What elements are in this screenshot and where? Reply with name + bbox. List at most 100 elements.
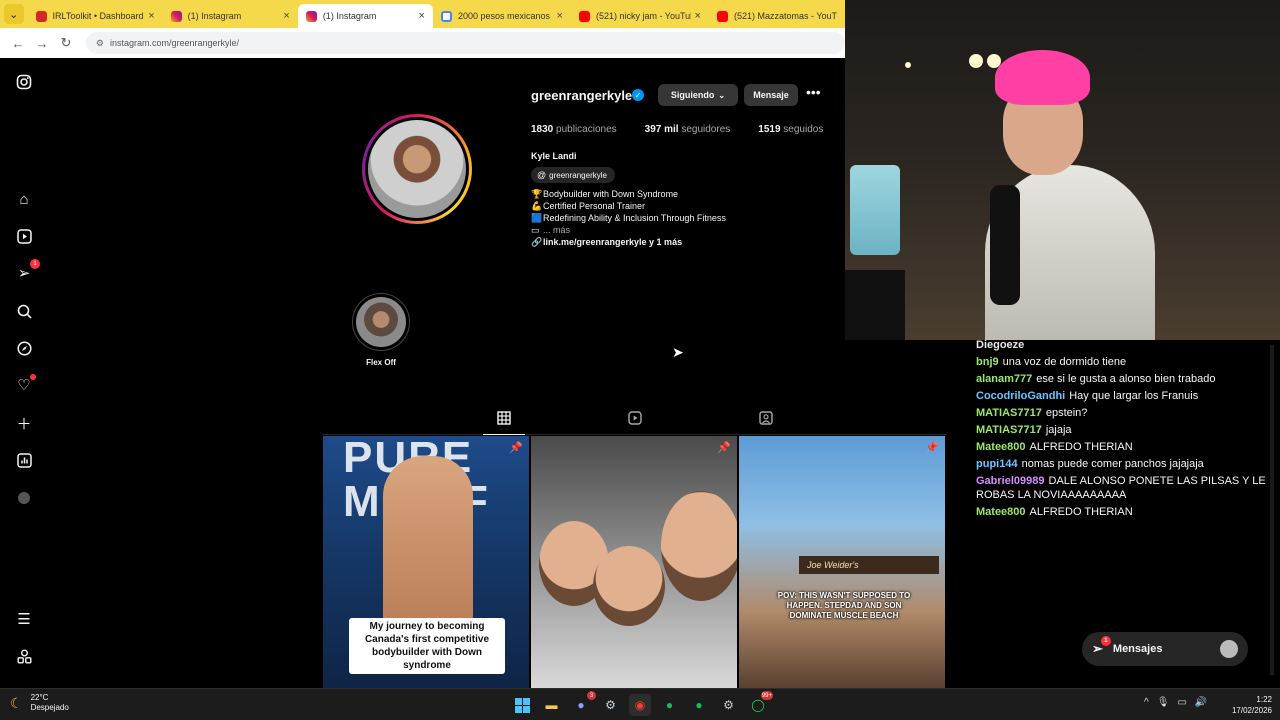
followers-stat[interactable]: 397 mil seguidores [645,124,731,135]
url-field[interactable]: ⚙ instagram.com/greenrangerkyle/ [85,32,845,54]
create-plus-icon[interactable]: ＋ [14,413,34,433]
weather-widget[interactable]: ☾ 22°C Despejado [10,693,69,713]
notifications-heart-icon[interactable]: ♡ [14,374,36,395]
post-caption: POV: THIS WASN'T SUPPOSED TO HAPPEN. STE… [777,591,911,620]
site-info-icon[interactable]: ⚙ [96,38,104,49]
tab-label: IRLToolkit • Dashboard [52,11,144,21]
discord-badge: 3 [587,691,596,700]
dashboard-icon[interactable] [14,450,34,470]
profile-picture[interactable] [362,114,472,224]
tab-label: (1) Instagram [322,11,377,21]
post-photo-subject [383,456,473,636]
back-arrow-icon[interactable]: ← [8,36,28,51]
close-tab-icon[interactable]: × [283,10,289,22]
home-icon[interactable]: ⌂ [14,189,34,209]
whatsapp-icon[interactable]: ◯ 99+ [747,691,773,716]
following-button[interactable]: Siguiendo ⌄ [658,84,738,106]
stream-chat: Diegoeze bnj9 una voz de dormido tiene al… [976,338,1272,522]
close-tab-icon[interactable]: × [419,10,425,22]
volume-icon[interactable]: 🔊 [1195,697,1207,708]
story-highlight[interactable] [352,293,410,351]
tab-youtube-2[interactable]: (521) Mazzatomas - YouT [709,4,845,28]
profile-username: greenrangerkyle [531,88,633,103]
post-tile[interactable]: PURE MUS F My journey to becoming Canada… [323,436,529,688]
following-stat[interactable]: 1519 seguidos [758,124,823,135]
instagram-favicon-icon [170,10,182,22]
post-tile[interactable]: 📌 [531,436,737,688]
settings-gear-icon[interactable]: ⚙ [718,694,740,716]
system-tray: ^ 🎙 ▭ 🔊 [1144,697,1215,708]
posts-grid-tab-icon[interactable] [489,411,519,428]
avatar [1220,640,1238,658]
profile-avatar[interactable] [14,488,34,508]
chat-message: Diegoeze [976,338,1272,352]
webcam-cup [850,165,900,255]
reload-icon[interactable]: ↻ [56,35,76,51]
clock-time: 1:22 [1256,695,1272,704]
file-explorer-icon[interactable]: ▬ [541,694,563,716]
chat-username: MATIAS7717 [976,424,1042,436]
chat-message: Matee800 ALFREDO THERIAN [976,440,1272,454]
url-text: instagram.com/greenrangerkyle/ [109,38,240,48]
threads-badge[interactable]: @ greenrangerkyle [531,167,615,183]
pin-icon: 📌 [717,442,731,454]
tab-google[interactable]: 2000 pesos mexicanos a c × [433,4,571,28]
tab-search-icon[interactable]: ⌄ [4,4,24,24]
profile-bio: 🏆Bodybuilder with Down Syndrome 💪Certifi… [531,188,726,248]
webcam-keyboard [845,270,905,340]
more-options-icon[interactable]: ••• [806,84,821,100]
forward-arrow-icon[interactable]: → [32,36,52,51]
explore-compass-icon[interactable] [14,338,34,358]
moon-weather-icon: ☾ [10,694,23,711]
chat-message: Matee800 ALFREDO THERIAN [976,505,1272,519]
close-tab-icon[interactable]: × [695,10,701,22]
microphone-icon[interactable]: 🎙 [1157,697,1170,708]
system-clock[interactable]: 1:22 17/02/2026 [1222,694,1272,716]
also-from-meta-icon[interactable] [14,646,34,666]
instagram-logo-icon[interactable] [14,72,34,92]
more-menu-icon[interactable]: ☰ [14,609,34,629]
chat-username: Gabriel09989 [976,475,1045,487]
spotify-icon[interactable]: ● [688,694,710,716]
chat-text: nomas puede comer panchos jajajaja [1021,458,1204,470]
flexed-biceps-icon: 💪 [531,201,543,211]
tab-label: (521) nicky jam - YouTube [595,11,691,21]
chrome-icon[interactable]: ◉ [629,694,651,716]
browser-tab-bar: ⌄ IRLToolkit • Dashboard × (1) Instagram… [0,0,845,28]
tagged-tab-icon[interactable] [751,411,781,428]
direct-messages-icon[interactable]: ➢ 1 [14,259,40,283]
post-tile[interactable]: Joe Weider's POV: THIS WASN'T SUPPOSED T… [739,436,945,688]
close-tab-icon[interactable]: × [557,10,563,22]
reels-icon[interactable] [14,226,34,246]
bio-external-link[interactable]: 🔗link.me/greenrangerkyle y 1 más [531,236,726,248]
page-scrollbar[interactable] [1270,345,1274,675]
following-button-label: Siguiendo [670,90,715,100]
windows-start-icon[interactable] [511,694,533,716]
spotify-icon[interactable]: ● [659,694,681,716]
tab-instagram-1[interactable]: (1) Instagram × [163,4,298,28]
reels-tab-icon[interactable] [620,411,650,428]
irltoolkit-favicon-icon [35,10,47,22]
bio-more-link[interactable]: ▭... más [531,224,726,236]
tab-instagram-active[interactable]: (1) Instagram × [297,4,433,28]
network-icon[interactable]: ▭ [1177,697,1186,708]
message-button[interactable]: Mensaje [744,84,798,106]
post-photo-subject [593,546,665,626]
tab-irltoolkit[interactable]: IRLToolkit • Dashboard × [28,4,163,28]
chat-message: MATIAS7717 jajaja [976,423,1272,437]
chevron-up-icon[interactable]: ^ [1144,697,1149,708]
discord-icon[interactable]: ● 3 [570,691,596,716]
highlight-cover [356,297,406,347]
weather-description: Despejado [30,703,69,712]
tab-youtube-1[interactable]: (521) nicky jam - YouTube × [571,4,709,28]
messages-button[interactable]: ➢ 1 Mensajes [1082,632,1248,666]
search-icon[interactable] [14,301,34,321]
close-tab-icon[interactable]: × [148,10,154,22]
active-tab-indicator [483,434,525,435]
direct-messages-icon: ➢ 1 [1092,636,1111,657]
steam-icon[interactable]: ⚙ [600,694,622,716]
verified-badge-icon: ✓ [632,89,644,101]
mouse-cursor-icon: ➤ [672,344,684,360]
webcam-microphone [990,185,1020,305]
instagram-sidebar: ⌂ ➢ 1 ♡ ＋ ☰ [0,58,48,688]
